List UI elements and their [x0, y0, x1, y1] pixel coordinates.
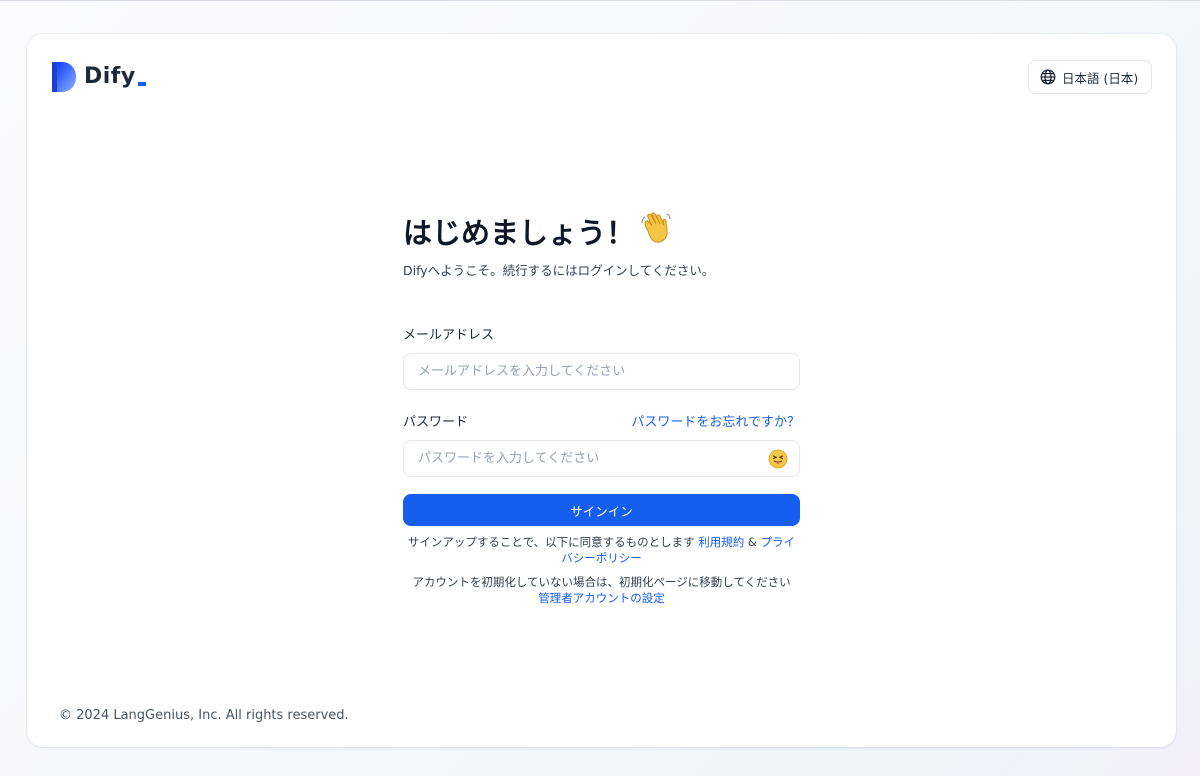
terms-note: サインアップすることで、以下に同意するものとします 利用規約 & プライバシーポ…	[403, 534, 800, 566]
email-field[interactable]	[404, 354, 799, 389]
copyright-footer: © 2024 LangGenius, Inc. All rights reser…	[59, 708, 349, 723]
dify-logo-icon	[52, 62, 76, 92]
page-title-text: はじめましょう！	[403, 216, 636, 250]
init-prefix: アカウントを初期化していない場合は、初期化ページに移動してください	[412, 575, 791, 589]
login-form: はじめましょう！ Difyへようこそ。続行するにはログインしてください。 メール…	[403, 211, 800, 606]
page-subtitle: Difyへようこそ。続行するにはログインしてください。	[403, 263, 715, 278]
logo-text: Dify	[84, 63, 136, 89]
signin-button[interactable]: サインイン	[403, 494, 800, 526]
init-note: アカウントを初期化していない場合は、初期化ページに移動してください 管理者アカウ…	[403, 574, 800, 606]
password-field[interactable]	[404, 441, 799, 476]
login-card: Dify 日本語 (日本) はじめましょう！ Difyへようこそ。続行するにはロ…	[27, 34, 1176, 747]
dify-logo: Dify	[52, 62, 146, 92]
logo-underscore	[137, 82, 146, 86]
waving-hand-icon	[639, 211, 673, 252]
page-title: はじめましょう！	[403, 211, 800, 252]
password-label: パスワード	[403, 415, 469, 430]
email-label: メールアドレス	[403, 328, 495, 343]
admin-setup-link[interactable]: 管理者アカウントの設定	[538, 591, 665, 605]
terms-prefix: サインアップすることで、以下に同意するものとします	[407, 535, 699, 549]
email-field-wrapper	[403, 353, 800, 390]
forgot-password-link[interactable]: パスワードをお忘れですか？	[631, 411, 800, 430]
language-selector[interactable]: 日本語 (日本)	[1028, 60, 1152, 94]
language-label: 日本語 (日本)	[1062, 70, 1139, 86]
password-field-wrapper	[403, 440, 800, 477]
terms-of-service-link[interactable]: 利用規約	[698, 535, 744, 549]
face-with-tongue-icon[interactable]	[768, 449, 788, 469]
globe-icon	[1040, 69, 1056, 85]
password-label-row: パスワード パスワードをお忘れですか？	[403, 411, 800, 430]
terms-amp: &	[744, 535, 761, 549]
window-top-border	[0, 0, 1200, 1]
